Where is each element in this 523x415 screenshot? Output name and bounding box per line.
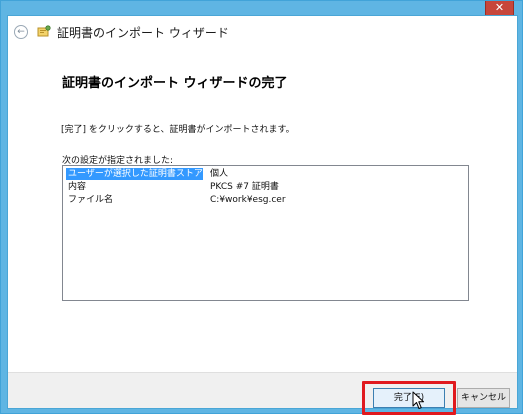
wizard-content: ← 証明書のインポート ウィザード 証明書のインポート ウィザードの完了 [完了… [7, 15, 518, 415]
setting-value: PKCS #7 証明書 [210, 182, 279, 192]
mouse-pointer-icon [412, 391, 424, 409]
window-frame: ✕ ← 証明書のインポート ウィザード 証明書のインポート ウィザードの完了 [… [0, 0, 523, 415]
setting-name: ファイル名 [68, 195, 114, 205]
cancel-button[interactable]: キャンセル [457, 388, 510, 408]
wizard-title: 証明書のインポート ウィザード [57, 26, 229, 40]
finish-button[interactable]: 完了(F) [373, 388, 445, 408]
settings-row-filename[interactable]: ファイル名 C:¥work¥esg.cer [63, 194, 468, 206]
setting-name: ユーザーが選択した証明書ストア [66, 168, 203, 180]
settings-row-store[interactable]: ユーザーが選択した証明書ストア 個人 [63, 168, 468, 180]
page-heading: 証明書のインポート ウィザードの完了 [62, 76, 288, 91]
button-bar: 完了(F) キャンセル [8, 372, 517, 415]
finish-description: [完了] をクリックすると、証明書がインポートされます。 [61, 125, 295, 135]
setting-name: 内容 [68, 182, 87, 192]
setting-value: 個人 [210, 169, 229, 179]
settings-listbox[interactable]: ユーザーが選択した証明書ストア 個人 内容 PKCS #7 証明書 ファイル名 … [62, 165, 469, 301]
wizard-nav-bar: ← 証明書のインポート ウィザード [8, 16, 517, 50]
setting-value: C:¥work¥esg.cer [210, 195, 286, 205]
settings-row-content[interactable]: 内容 PKCS #7 証明書 [63, 181, 468, 193]
close-icon: ✕ [494, 1, 505, 14]
certificate-wizard-icon [37, 25, 51, 37]
title-bar: ✕ [1, 1, 522, 17]
back-arrow-icon[interactable]: ← [14, 25, 28, 39]
